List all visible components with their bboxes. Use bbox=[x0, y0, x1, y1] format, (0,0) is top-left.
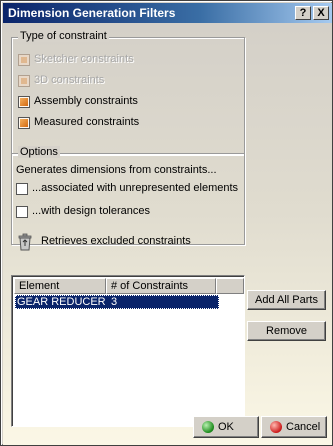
cancel-icon bbox=[270, 421, 282, 433]
3d-constraints-checkbox bbox=[18, 75, 30, 87]
dialog-body: Type of constraint Sketcher constraints … bbox=[3, 23, 332, 445]
row-focus-outline bbox=[15, 295, 219, 309]
close-button[interactable]: X bbox=[313, 6, 329, 20]
dialog-window: Dimension Generation Filters ? X Type of… bbox=[0, 0, 333, 446]
add-all-parts-button[interactable]: Add All Parts bbox=[247, 290, 326, 310]
ok-label: OK bbox=[218, 421, 234, 433]
cancel-button[interactable]: Cancel bbox=[261, 416, 327, 438]
constraint-type-group: Type of constraint Sketcher constraints … bbox=[11, 30, 245, 155]
sketcher-constraints-label: Sketcher constraints bbox=[34, 53, 134, 65]
help-button[interactable]: ? bbox=[295, 6, 311, 20]
remove-button[interactable]: Remove bbox=[247, 321, 326, 341]
options-legend: Options bbox=[18, 146, 60, 158]
retrieve-excluded-label[interactable]: Retrieves excluded constraints bbox=[41, 235, 191, 247]
unrepresented-elements-label[interactable]: ...associated with unrepresented element… bbox=[32, 182, 238, 194]
assembly-constraints-checkbox[interactable] bbox=[18, 96, 30, 108]
column-header-filler bbox=[216, 278, 244, 294]
title-bar[interactable]: Dimension Generation Filters ? X bbox=[3, 3, 332, 23]
column-header-constraints[interactable]: # of Constraints bbox=[106, 278, 216, 294]
options-description: Generates dimensions from constraints... bbox=[16, 164, 217, 176]
window-title: Dimension Generation Filters bbox=[8, 6, 176, 20]
measured-constraints-label[interactable]: Measured constraints bbox=[34, 116, 139, 128]
unrepresented-elements-checkbox[interactable] bbox=[16, 183, 28, 195]
ok-icon bbox=[202, 421, 214, 433]
ok-button[interactable]: OK bbox=[193, 416, 259, 438]
recycle-icon[interactable] bbox=[17, 233, 33, 251]
measured-constraints-checkbox[interactable] bbox=[18, 117, 30, 129]
design-tolerances-checkbox[interactable] bbox=[16, 206, 28, 218]
column-header-element[interactable]: Element bbox=[14, 278, 106, 294]
options-group: Options Generates dimensions from constr… bbox=[11, 146, 245, 245]
3d-constraints-label: 3D constraints bbox=[34, 74, 105, 86]
sketcher-constraints-checkbox bbox=[18, 54, 30, 66]
constraint-type-legend: Type of constraint bbox=[18, 30, 109, 42]
elements-table: Element # of Constraints GEAR REDUCER 3 bbox=[11, 275, 245, 427]
assembly-constraints-label[interactable]: Assembly constraints bbox=[34, 95, 138, 107]
design-tolerances-label[interactable]: ...with design tolerances bbox=[32, 205, 150, 217]
cancel-label: Cancel bbox=[286, 421, 321, 433]
